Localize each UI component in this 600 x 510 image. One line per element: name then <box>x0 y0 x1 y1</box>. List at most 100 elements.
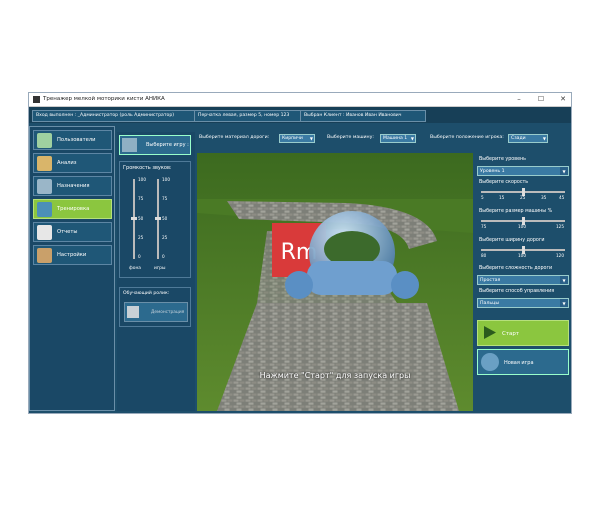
tick-label: 50 <box>138 216 144 221</box>
game-volume-thumb[interactable] <box>155 217 161 220</box>
tick-label: 100 <box>518 253 526 258</box>
glove-info: Перчатка левая, размер 5, номер 123 <box>194 110 304 122</box>
game-icon <box>122 138 137 152</box>
sidebar: Пользователи Анализ Назначения Тренировк… <box>29 126 115 411</box>
chevron-down-icon: ▼ <box>542 136 546 141</box>
background-volume-thumb[interactable] <box>131 217 137 220</box>
sidebar-item-users[interactable]: Пользователи <box>33 130 112 150</box>
select-game-label: Выберите игру : <box>146 142 189 148</box>
car-wheel-left <box>285 271 313 299</box>
training-video-panel: Обучающий ролик: Демонстрация <box>119 287 191 327</box>
status-bar: Вход выполнен : _Администратор (роль Адм… <box>29 107 571 123</box>
video-icon <box>127 306 139 318</box>
tick-label: 50 <box>162 216 168 221</box>
road-width-slider[interactable] <box>481 246 565 254</box>
road-front <box>217 303 459 411</box>
tick-label: 80 <box>481 253 487 258</box>
player-position-label: Выберите положение игрока: <box>430 135 504 140</box>
app-icon <box>33 96 40 103</box>
chevron-down-icon: ▼ <box>560 167 568 175</box>
level-select[interactable]: Уровень 1 ▼ <box>477 166 569 176</box>
tick-label: 5 <box>481 195 484 200</box>
car-size-slider[interactable] <box>481 217 565 225</box>
road-width-label: Выберите ширину дороги <box>479 238 545 243</box>
car-wheel-right <box>391 271 419 299</box>
tick-label: 45 <box>559 195 565 200</box>
tick-label: 25 <box>162 235 168 240</box>
car-size-label: Выберите размер машины % <box>479 209 553 214</box>
select-game-button[interactable]: Выберите игру : <box>119 135 191 155</box>
new-game-button[interactable]: Новая игра <box>477 349 569 375</box>
play-icon <box>484 326 496 339</box>
road-difficulty-select[interactable]: Простая ▼ <box>477 275 569 285</box>
speed-label: Выберите скорость <box>479 180 529 185</box>
sidebar-item-label: Настройки <box>57 252 87 258</box>
tick-label: 15 <box>499 195 505 200</box>
control-method-label: Выберите способ управления <box>479 289 555 294</box>
car-value: Машина 1 <box>383 136 408 141</box>
sidebar-item-label: Анализ <box>57 160 77 166</box>
tick-label: 35 <box>541 195 547 200</box>
client-info: Выбран Клиент : Иванов Иван Иванович <box>300 110 426 122</box>
control-method-value: Пальцы <box>480 301 500 306</box>
assignment-icon <box>37 179 52 194</box>
sidebar-item-label: Пользователи <box>57 137 96 143</box>
demo-button[interactable]: Демонстрация <box>124 302 188 322</box>
start-label: Старт <box>502 331 520 337</box>
player-position-value: Сзади <box>511 136 526 141</box>
road-material-label: Выберите материал дороги: <box>199 135 270 140</box>
new-game-label: Новая игра <box>504 360 534 366</box>
training-icon <box>37 202 52 217</box>
sidebar-item-label: Отчеты <box>57 229 78 235</box>
sidebar-item-settings[interactable]: Настройки <box>33 245 112 265</box>
settings-icon <box>37 248 52 263</box>
road-difficulty-label: Выберите сложность дороги <box>479 266 553 271</box>
left-panel: Выберите игру : Громкость звуков: 100 75… <box>117 132 195 411</box>
tick-label: 75 <box>162 196 168 201</box>
road-difficulty-value: Простая <box>480 278 501 283</box>
road-material-value: Кирпичи <box>282 136 303 141</box>
level-label: Выберите уровень <box>479 157 526 162</box>
login-info: Вход выполнен : _Администратор (роль Адм… <box>32 110 198 122</box>
chevron-down-icon: ▼ <box>560 276 568 284</box>
volume-title: Громкость звуков: <box>123 165 172 171</box>
chevron-down-icon: ▼ <box>309 136 313 141</box>
tick-label: 125 <box>556 224 564 229</box>
sidebar-item-training[interactable]: Тренировка <box>33 199 112 219</box>
title-bar: Тренажер мелкой моторики кисти АНИКА – ☐… <box>29 93 571 107</box>
start-button[interactable]: Старт <box>477 320 569 346</box>
sidebar-item-assignments[interactable]: Назначения <box>33 176 112 196</box>
app-window: Тренажер мелкой моторики кисти АНИКА – ☐… <box>28 92 572 414</box>
control-method-select[interactable]: Пальцы ▼ <box>477 298 569 308</box>
start-hint: Нажмите "Старт" для запуска игры <box>259 371 411 380</box>
speed-slider[interactable] <box>481 188 565 196</box>
car-body <box>307 261 397 295</box>
maximize-button[interactable]: ☐ <box>534 94 548 105</box>
volume-panel: Громкость звуков: 100 75 50 25 0 100 75 … <box>119 161 191 278</box>
close-button[interactable]: ✕ <box>556 94 570 105</box>
window-title: Тренажер мелкой моторики кисти АНИКА <box>43 96 165 102</box>
tick-label: 25 <box>520 195 526 200</box>
demo-label: Демонстрация <box>151 310 185 315</box>
tick-label: 25 <box>138 235 144 240</box>
reports-icon <box>37 225 52 240</box>
hand-icon <box>37 156 52 171</box>
minimize-button[interactable]: – <box>512 94 526 105</box>
tick-label: 120 <box>556 253 564 258</box>
sidebar-item-label: Тренировка <box>57 206 90 212</box>
car-label: Выберите машину: <box>327 135 374 140</box>
background-volume-label: фона <box>129 266 142 271</box>
sidebar-item-analysis[interactable]: Анализ <box>33 153 112 173</box>
car-select[interactable]: Машина 1 ▼ <box>380 134 416 143</box>
tick-label: 100 <box>162 177 170 182</box>
tick-label: 100 <box>518 224 526 229</box>
game-scene[interactable]: Rm Нажмите "Старт" для запуска игры <box>197 153 473 411</box>
road-material-select[interactable]: Кирпичи ▼ <box>279 134 315 143</box>
training-video-title: Обучающий ролик: <box>123 291 170 296</box>
player-position-select[interactable]: Сзади ▼ <box>508 134 548 143</box>
tick-label: 75 <box>138 196 144 201</box>
tick-label: 0 <box>162 254 165 259</box>
chevron-down-icon: ▼ <box>560 299 568 307</box>
sidebar-item-reports[interactable]: Отчеты <box>33 222 112 242</box>
tick-label: 100 <box>138 177 146 182</box>
